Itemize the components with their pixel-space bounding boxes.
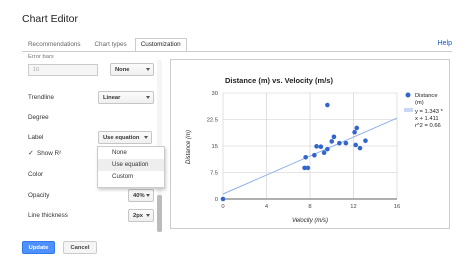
data-point: [220, 196, 226, 202]
update-button[interactable]: Update: [22, 241, 55, 254]
error-bars-type-value: None: [115, 67, 130, 73]
chevron-down-icon: [146, 214, 150, 217]
dropdown-option-use-equation[interactable]: Use equation: [98, 159, 164, 171]
x-tick-label: 0: [221, 204, 224, 210]
legend-trendline-label: y = 1.343 * x + 1.411 r^2 = 0.66: [415, 109, 445, 129]
y-tick-label: 7.5: [210, 171, 218, 177]
chart-title: Distance (m) vs. Velocity (m/s): [225, 76, 333, 85]
data-point: [329, 139, 335, 144]
data-point: [343, 140, 349, 146]
data-point: [325, 102, 330, 108]
label-label: Label: [28, 134, 44, 141]
label-value: Use equation: [103, 135, 140, 141]
line-thickness-label: Line thickness: [28, 212, 68, 219]
line-thickness-select[interactable]: 2px: [128, 209, 154, 222]
chevron-down-icon: [144, 136, 148, 139]
error-bars-value-input[interactable]: 10: [28, 64, 98, 76]
scatter-chart: Distance (m) vs. Velocity (m/s) Velocity…: [186, 76, 445, 224]
y-tick-label: 15: [212, 144, 218, 150]
panel-scrollbar-thumb[interactable]: [157, 195, 162, 232]
tab-recommendations[interactable]: Recommendations: [22, 38, 87, 52]
legend-trendline-marker: [404, 108, 413, 112]
dialog-title: Chart Editor: [22, 13, 79, 25]
trendline-value: Linear: [103, 95, 121, 101]
y-axis-label: Distance (m): [186, 130, 192, 164]
error-bars-label: Error bars: [28, 54, 54, 60]
data-point: [337, 140, 342, 146]
data-point: [325, 146, 330, 152]
help-link[interactable]: Help: [438, 40, 452, 47]
y-tick-label: 30: [212, 91, 218, 97]
tab-bar: Recommendations Chart types Customizatio…: [22, 38, 189, 52]
dropdown-option-none[interactable]: None: [98, 147, 164, 159]
data-point: [318, 144, 324, 150]
legend-series-label: Distance (m): [415, 93, 439, 106]
data-point: [357, 145, 363, 151]
trendline-label: Trendline: [28, 94, 55, 101]
data-point: [303, 155, 308, 160]
customization-panel: Error bars 10 None Trendline Linear Degr…: [22, 52, 162, 230]
show-r2-label: Show R²: [37, 150, 62, 157]
data-point: [363, 138, 368, 143]
data-point: [312, 152, 317, 158]
legend-series-marker: [405, 92, 411, 98]
error-bars-type-select[interactable]: None: [110, 63, 154, 76]
tab-chart-types[interactable]: Chart types: [89, 38, 133, 52]
data-point: [354, 125, 360, 131]
trendline-select[interactable]: Linear: [98, 91, 154, 104]
show-r2-checkbox[interactable]: ✓: [28, 150, 34, 157]
x-axis-label: Velocity (m/s): [292, 218, 328, 224]
opacity-label: Opacity: [28, 192, 50, 199]
data-point: [331, 134, 337, 140]
degree-label: Degree: [28, 114, 49, 121]
opacity-value: 40%: [133, 193, 145, 199]
tab-customization[interactable]: Customization: [134, 38, 187, 52]
data-point: [314, 144, 319, 149]
chart-legend: Distance (m) y = 1.343 * x + 1.411 r^2 =…: [404, 92, 445, 129]
label-select[interactable]: Use equation: [98, 131, 152, 144]
opacity-select[interactable]: 40%: [128, 189, 154, 202]
label-dropdown-menu: None Use equation Custom: [97, 146, 165, 188]
data-point: [353, 142, 358, 148]
chevron-down-icon: [146, 96, 150, 99]
dropdown-option-custom[interactable]: Custom: [98, 171, 164, 183]
y-tick-label: 0: [215, 197, 218, 203]
x-tick-label: 4: [265, 204, 269, 210]
chart-preview: Distance (m) vs. Velocity (m/s) Velocity…: [170, 59, 450, 229]
color-label: Color: [28, 171, 44, 178]
x-tick-label: 16: [394, 204, 400, 210]
cancel-button[interactable]: Cancel: [63, 241, 97, 254]
line-thickness-value: 2px: [133, 213, 143, 219]
data-point: [321, 150, 327, 156]
data-point: [305, 165, 311, 171]
chevron-down-icon: [146, 68, 150, 71]
x-tick-label: 8: [308, 204, 311, 210]
chevron-down-icon: [146, 194, 150, 197]
y-tick-label: 22.5: [207, 118, 218, 124]
x-tick-label: 12: [350, 204, 356, 210]
data-point: [352, 129, 357, 135]
